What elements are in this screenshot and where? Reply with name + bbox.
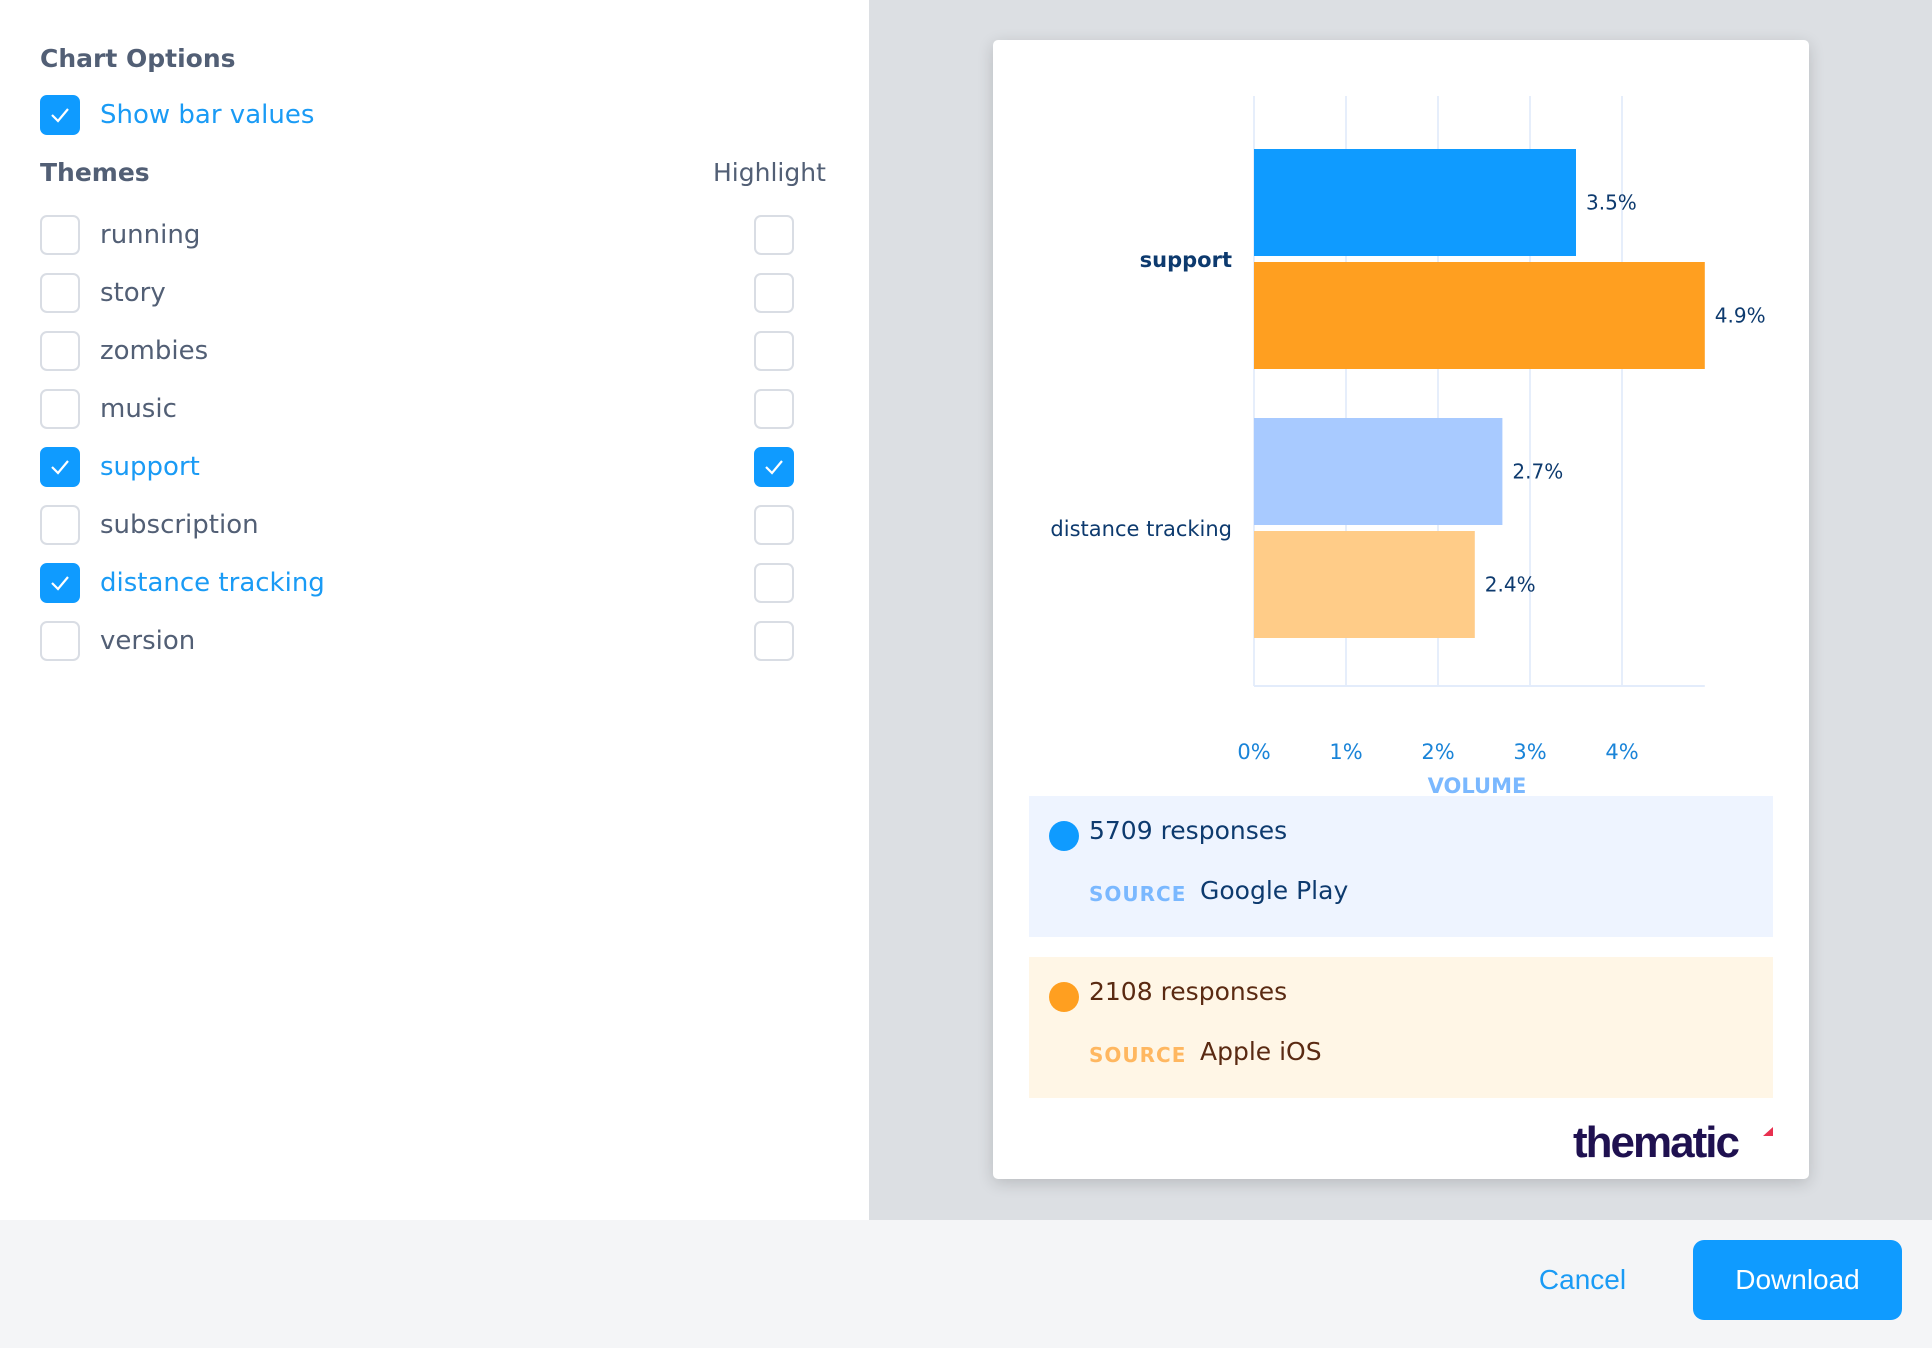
- checkmark-icon: [765, 460, 783, 475]
- theme-label[interactable]: distance tracking: [100, 563, 325, 603]
- theme-checkbox[interactable]: [40, 447, 80, 487]
- category-label: distance tracking: [1050, 517, 1232, 541]
- theme-label[interactable]: support: [100, 447, 200, 487]
- chart-card: 0% 1% 2% 3% 4% 3.5% 4.9% support 2.7% 2.4% distanc…: [993, 40, 1809, 1179]
- theme-checkbox[interactable]: [40, 273, 80, 313]
- bar-value-label: 2.7%: [1512, 460, 1563, 484]
- x-tick-label: 3%: [1513, 740, 1546, 764]
- series-dot-icon: [1049, 821, 1079, 851]
- theme-label[interactable]: running: [100, 215, 200, 255]
- theme-checkbox[interactable]: [40, 389, 80, 429]
- theme-checkbox[interactable]: [40, 563, 80, 603]
- theme-checkbox[interactable]: [40, 621, 80, 661]
- theme-label[interactable]: story: [100, 273, 166, 313]
- x-tick-label: 1%: [1329, 740, 1362, 764]
- download-button[interactable]: Download: [1693, 1240, 1902, 1320]
- response-count: 5709 responses: [1089, 816, 1288, 845]
- thematic-logo: thematic: [1573, 1118, 1740, 1167]
- checkmark-icon: [51, 108, 69, 123]
- cancel-button[interactable]: Cancel: [1520, 1240, 1645, 1320]
- chart-options-title: Chart Options: [40, 44, 236, 73]
- highlight-checkbox[interactable]: [754, 621, 794, 661]
- theme-checkbox[interactable]: [40, 215, 80, 255]
- source-key-label: SOURCE: [1089, 882, 1187, 906]
- theme-label[interactable]: zombies: [100, 331, 208, 371]
- highlight-checkbox[interactable]: [754, 389, 794, 429]
- highlight-checkbox[interactable]: [754, 563, 794, 603]
- themes-title: Themes: [40, 158, 150, 187]
- checkmark-icon: [51, 576, 69, 591]
- highlight-checkbox[interactable]: [754, 273, 794, 313]
- bar-chart: 0% 1% 2% 3% 4% 3.5% 4.9% support 2.7% 2.4% distanc…: [1050, 96, 1766, 798]
- chart-options-panel: Chart Options Show bar values Themes Hig…: [0, 0, 869, 1220]
- theme-checkbox[interactable]: [40, 505, 80, 545]
- chart-preview-panel: 0% 1% 2% 3% 4% 3.5% 4.9% support 2.7% 2.4% distanc…: [869, 0, 1932, 1220]
- bar-apple-ios: [1254, 531, 1475, 638]
- theme-label[interactable]: music: [100, 389, 177, 429]
- theme-label[interactable]: version: [100, 621, 195, 661]
- bar-value-label: 3.5%: [1586, 191, 1637, 215]
- highlight-checkbox[interactable]: [754, 505, 794, 545]
- show-bar-values-label[interactable]: Show bar values: [100, 95, 314, 135]
- highlight-checkbox[interactable]: [754, 215, 794, 255]
- theme-label[interactable]: subscription: [100, 505, 259, 545]
- theme-checkbox[interactable]: [40, 331, 80, 371]
- category-label: support: [1140, 248, 1232, 272]
- legend-item: 5709 responses SOURCE Google Play: [1029, 796, 1773, 937]
- show-bar-values-checkbox[interactable]: [40, 95, 80, 135]
- series-dot-icon: [1049, 982, 1079, 1012]
- source-value: Google Play: [1200, 876, 1349, 905]
- x-tick-label: 2%: [1421, 740, 1454, 764]
- checkmark-icon: [51, 460, 69, 475]
- legend-item: 2108 responses SOURCE Apple iOS: [1029, 957, 1773, 1098]
- x-tick-label: 0%: [1237, 740, 1270, 764]
- bar-apple-ios: [1254, 262, 1705, 369]
- bar-value-label: 4.9%: [1715, 304, 1766, 328]
- source-key-label: SOURCE: [1089, 1043, 1187, 1067]
- highlight-checkbox[interactable]: [754, 331, 794, 371]
- source-value: Apple iOS: [1200, 1037, 1322, 1066]
- x-tick-label: 4%: [1605, 740, 1638, 764]
- bar-google-play: [1254, 418, 1503, 525]
- x-axis-title: VOLUME: [1428, 774, 1527, 798]
- logo-accent-mark: [1763, 1127, 1773, 1136]
- dialog-footer: Cancel Download: [0, 1220, 1932, 1348]
- bar-google-play: [1254, 149, 1576, 256]
- response-count: 2108 responses: [1089, 977, 1288, 1006]
- highlight-column-header: Highlight: [713, 158, 826, 187]
- bar-value-label: 2.4%: [1485, 573, 1536, 597]
- highlight-checkbox[interactable]: [754, 447, 794, 487]
